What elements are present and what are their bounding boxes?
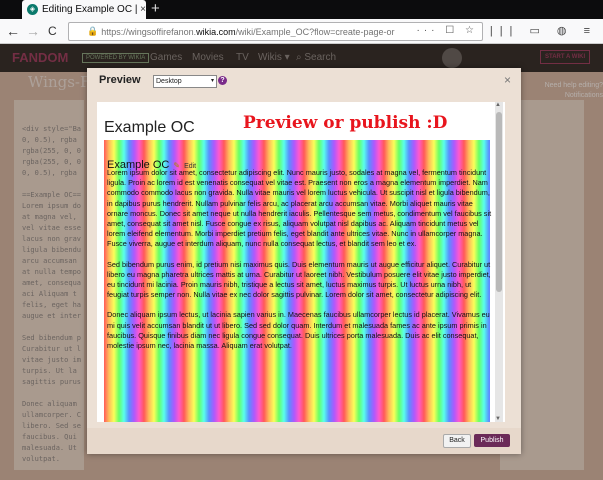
address-bar[interactable]: 🔒 https://wingsoffirefanon.wikia.com/wik…	[68, 22, 483, 41]
view-select[interactable]: Desktop ▾	[153, 75, 217, 88]
page-title: Example OC	[104, 119, 195, 136]
preview-frame: Example OC Preview or publish :D Example…	[97, 102, 505, 422]
tab-title: Editing Example OC | Wings of	[42, 4, 138, 15]
new-tab-icon[interactable]: +	[151, 1, 160, 17]
page-actions-icon[interactable]: ··· ☐ ☆	[417, 25, 478, 36]
reload-icon[interactable]: C	[48, 22, 57, 40]
browser-tab[interactable]: ◈ Editing Example OC | Wings of ×	[22, 0, 146, 19]
paragraph: Sed bibendum purus enim, id pretium nisi…	[107, 259, 491, 300]
publish-button[interactable]: Publish	[474, 434, 510, 447]
modal-title: Preview	[99, 74, 141, 86]
back-icon[interactable]: ←	[6, 22, 20, 40]
tab-bar: ◈ Editing Example OC | Wings of × +	[0, 0, 603, 19]
tab-close-icon[interactable]: ×	[140, 4, 146, 15]
paragraph: Lorem ipsum dolor sit amet, consectetur …	[107, 168, 492, 249]
paragraph: Donec aliquam ipsum lectus, ut lacinia s…	[107, 310, 490, 351]
article-content: Lorem ipsum dolor sit amet, consectetur …	[107, 168, 492, 361]
modal-footer: Back Publish	[87, 428, 521, 454]
annotation-text: Preview or publish :D	[243, 113, 448, 133]
scroll-down-icon[interactable]: ▼	[495, 416, 501, 422]
lock-icon: 🔒	[87, 26, 99, 36]
back-button[interactable]: Back	[443, 434, 471, 448]
browser-toolbar: ← → C 🔒 https://wingsoffirefanon.wikia.c…	[0, 19, 603, 44]
scroll-up-icon[interactable]: ▲	[495, 102, 501, 108]
chevron-down-icon: ▾	[210, 78, 214, 84]
toolbar-icons[interactable]: ||| ▭ ◍ ≡	[490, 24, 597, 37]
fandom-favicon-icon: ◈	[27, 4, 38, 15]
scrollbar-thumb[interactable]	[496, 112, 502, 292]
preview-scrollbar[interactable]: ▲ ▼	[495, 102, 503, 422]
preview-modal: Preview Desktop ▾ ? × Example OC Preview …	[87, 68, 521, 454]
help-icon[interactable]: ?	[218, 76, 227, 85]
forward-icon[interactable]: →	[26, 22, 40, 40]
close-icon[interactable]: ×	[504, 73, 511, 87]
modal-header: Preview Desktop ▾ ? ×	[87, 68, 521, 92]
url-text: https://wingsoffirefanon.wikia.com/wiki/…	[101, 26, 395, 37]
